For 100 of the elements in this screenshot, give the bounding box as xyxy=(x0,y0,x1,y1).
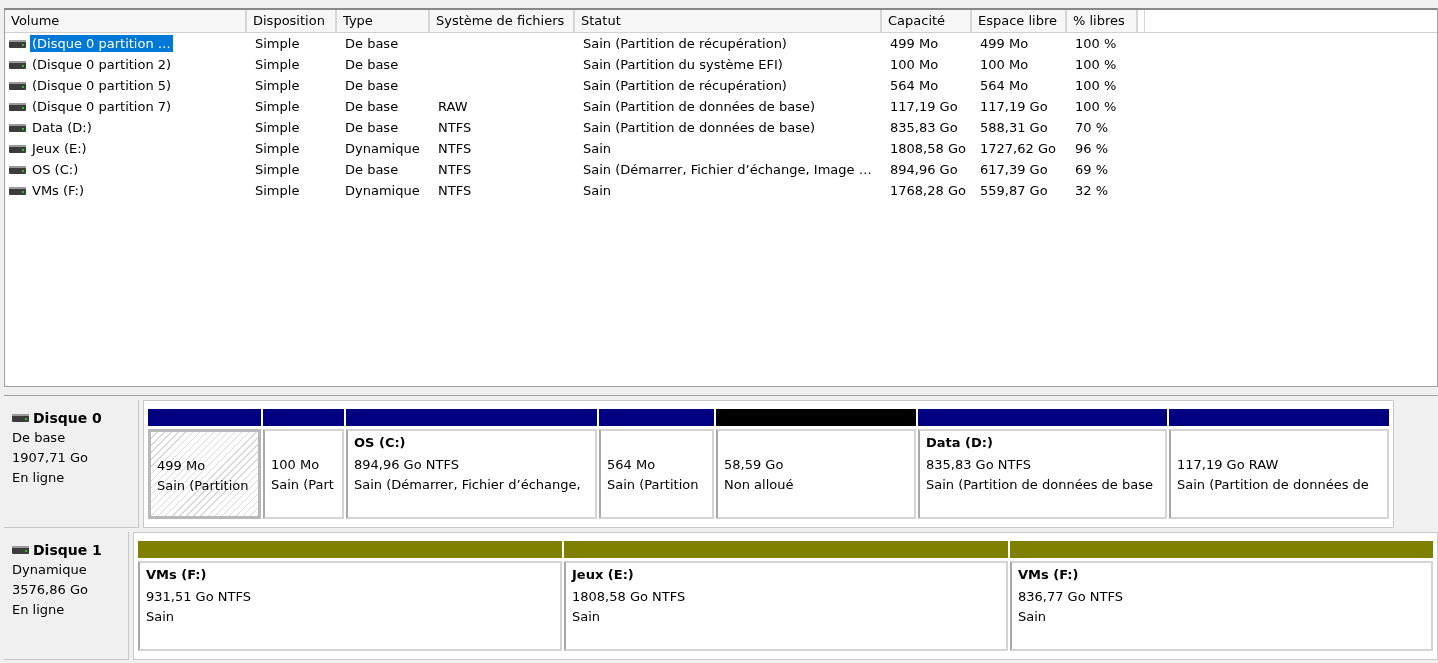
partition-size: 835,83 Go NTFS xyxy=(926,456,1032,474)
table-cell: 100 % xyxy=(1075,36,1117,51)
volume-name[interactable]: (Disque 0 partition … xyxy=(30,35,173,52)
partition-size: 117,19 Go RAW xyxy=(1177,456,1280,474)
table-cell: 32 % xyxy=(1075,183,1109,198)
disk-info-panel[interactable]: Disque 0 De base 1907,71 Go En ligne xyxy=(4,400,139,528)
column-header[interactable]: Volume xyxy=(5,10,247,32)
partition-status: Sain xyxy=(1018,608,1048,626)
partition-status: Sain (Partition xyxy=(607,476,700,494)
disk-name: Disque 0 xyxy=(33,410,102,426)
table-cell: 894,96 Go xyxy=(890,162,958,177)
table-cell: De base xyxy=(345,120,399,135)
table-cell: 588,31 Go xyxy=(980,120,1048,135)
disk-name: Disque 1 xyxy=(33,542,102,558)
drive-icon xyxy=(9,81,26,90)
column-header[interactable]: % libres xyxy=(1067,10,1138,32)
partition-status: Sain (Démarrer, Fichier d’échange, xyxy=(354,476,582,494)
table-cell: 117,19 Go xyxy=(980,99,1048,114)
drive-icon xyxy=(9,165,26,174)
partition-status: Sain (Partition de données de base xyxy=(926,476,1154,494)
table-cell: 1727,62 Go xyxy=(980,141,1056,156)
table-cell: Simple xyxy=(255,36,300,51)
drive-icon xyxy=(12,546,29,554)
table-cell: 70 % xyxy=(1075,120,1109,135)
column-header[interactable]: Espace libre xyxy=(972,10,1067,32)
volume-name[interactable]: OS (C:) xyxy=(30,161,81,178)
drive-icon xyxy=(9,123,26,132)
table-cell: Simple xyxy=(255,78,300,93)
table-cell: Sain (Démarrer, Fichier d’échange, Image … xyxy=(583,162,872,177)
volume-name[interactable]: (Disque 0 partition 7) xyxy=(30,98,174,115)
volume-name[interactable]: Data (D:) xyxy=(30,119,94,136)
table-cell: Simple xyxy=(255,57,300,72)
partition-block[interactable]: Data (D:) 835,83 Go NTFS Sain (Partition de données de base xyxy=(918,429,1167,519)
table-cell: 100 % xyxy=(1075,99,1117,114)
table-cell: 835,83 Go xyxy=(890,120,958,135)
disk-info-panel[interactable]: Disque 1 Dynamique 3576,86 Go En ligne xyxy=(4,532,129,660)
column-header[interactable]: Disposition xyxy=(247,10,337,32)
partition-size: 58,59 Go xyxy=(724,456,785,474)
table-cell: 617,39 Go xyxy=(980,162,1048,177)
partition-size: 931,51 Go NTFS xyxy=(146,588,252,606)
table-cell: Simple xyxy=(255,183,300,198)
partition-block[interactable]: 100 Mo Sain (Part xyxy=(263,429,344,519)
drive-icon xyxy=(9,39,26,48)
table-cell: 69 % xyxy=(1075,162,1109,177)
table-cell: Sain (Partition du système EFI) xyxy=(583,57,783,72)
partition-title: VMs (F:) xyxy=(146,567,208,584)
table-cell: Simple xyxy=(255,99,300,114)
table-cell: 564 Mo xyxy=(980,78,1029,93)
disk-detail: 1907,71 Go xyxy=(12,449,89,467)
table-cell: De base xyxy=(345,57,399,72)
volume-name[interactable]: Jeux (E:) xyxy=(30,140,89,157)
column-header[interactable]: Capacité xyxy=(882,10,972,32)
partition-block[interactable]: OS (C:) 894,96 Go NTFS Sain (Démarrer, Fichier d’échange, xyxy=(346,429,597,519)
table-cell: 1808,58 Go xyxy=(890,141,966,156)
table-cell: 564 Mo xyxy=(890,78,939,93)
disk-detail: En ligne xyxy=(12,469,66,487)
table-cell: Sain (Partition de données de base) xyxy=(583,120,815,135)
partition-size: 894,96 Go NTFS xyxy=(354,456,460,474)
partition-block[interactable]: 499 Mo Sain (Partition xyxy=(148,429,261,519)
table-cell: Dynamique xyxy=(345,183,420,198)
column-header[interactable]: Système de fichiers xyxy=(430,10,575,32)
partition-block[interactable]: 58,59 Go Non alloué xyxy=(716,429,916,519)
disk-detail: Dynamique xyxy=(12,561,88,579)
partition-title: Data (D:) xyxy=(926,435,994,452)
partition-status: Sain xyxy=(146,608,176,626)
table-cell: 100 Mo xyxy=(890,57,939,72)
table-cell: NTFS xyxy=(438,162,472,177)
drive-icon xyxy=(9,186,26,195)
table-cell: De base xyxy=(345,162,399,177)
partition-block[interactable]: VMs (F:) 931,51 Go NTFS Sain xyxy=(138,561,562,651)
disk-detail: De base xyxy=(12,429,67,447)
table-cell: NTFS xyxy=(438,183,472,198)
volume-name[interactable]: (Disque 0 partition 2) xyxy=(30,56,174,73)
table-cell: De base xyxy=(345,99,399,114)
partition-size: 564 Mo xyxy=(607,456,657,474)
table-cell: NTFS xyxy=(438,141,472,156)
table-cell: 96 % xyxy=(1075,141,1109,156)
partition-size: 836,77 Go NTFS xyxy=(1018,588,1124,606)
table-cell: Simple xyxy=(255,141,300,156)
table-cell: 100 % xyxy=(1075,57,1117,72)
partition-block[interactable]: 117,19 Go RAW Sain (Partition de données de xyxy=(1169,429,1389,519)
table-cell: Sain (Partition de récupération) xyxy=(583,36,787,51)
table-cell: RAW xyxy=(438,99,468,114)
partition-size: 100 Mo xyxy=(271,456,321,474)
partition-block[interactable]: Jeux (E:) 1808,58 Go NTFS Sain xyxy=(564,561,1008,651)
partition-block[interactable]: VMs (F:) 836,77 Go NTFS Sain xyxy=(1010,561,1433,651)
drive-icon xyxy=(12,414,29,422)
volume-name[interactable]: (Disque 0 partition 5) xyxy=(30,77,174,94)
table-cell: 100 Mo xyxy=(980,57,1029,72)
table-cell: 100 % xyxy=(1075,78,1117,93)
partition-size: 499 Mo xyxy=(157,457,207,475)
column-header[interactable]: Type xyxy=(337,10,430,32)
table-cell: De base xyxy=(345,78,399,93)
table-cell: De base xyxy=(345,36,399,51)
table-cell: Sain xyxy=(583,183,612,198)
column-header[interactable]: Statut xyxy=(575,10,882,32)
table-cell: Simple xyxy=(255,120,300,135)
partition-block[interactable]: 564 Mo Sain (Partition xyxy=(599,429,714,519)
partition-title: Jeux (E:) xyxy=(572,567,635,584)
volume-name[interactable]: VMs (F:) xyxy=(30,182,86,199)
